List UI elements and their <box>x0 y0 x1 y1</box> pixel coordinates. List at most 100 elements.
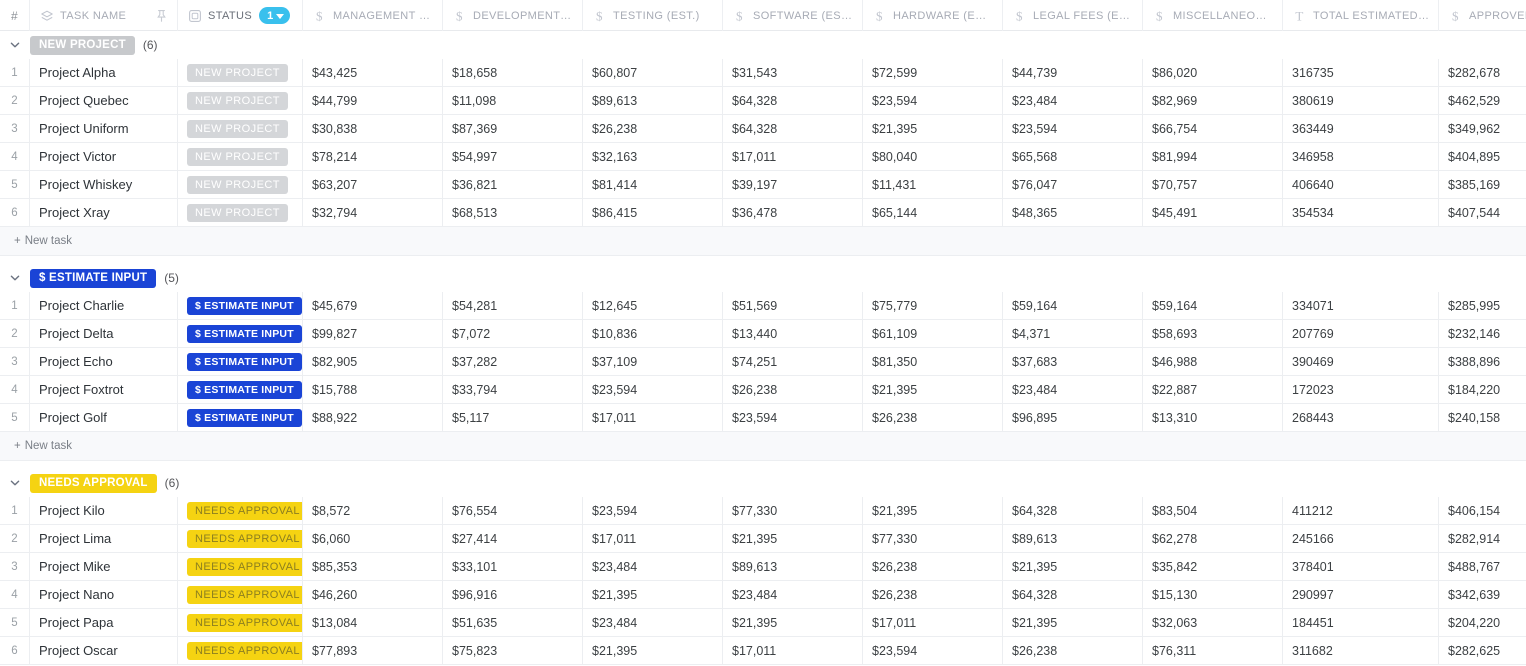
development-cell[interactable]: $33,101 <box>443 553 583 580</box>
hardware-cell[interactable]: $75,779 <box>863 292 1003 319</box>
testing-cell[interactable]: $12,645 <box>583 292 723 319</box>
hardware-cell[interactable]: $77,330 <box>863 525 1003 552</box>
management-cell[interactable]: $44,799 <box>303 87 443 114</box>
hardware-cell[interactable]: $23,594 <box>863 637 1003 664</box>
status-badge[interactable]: $ ESTIMATE INPUT <box>187 297 302 315</box>
misc-cell[interactable]: $22,887 <box>1143 376 1283 403</box>
misc-cell[interactable]: $45,491 <box>1143 199 1283 226</box>
hardware-cell[interactable]: $26,238 <box>863 404 1003 431</box>
legal-cell[interactable]: $48,365 <box>1003 199 1143 226</box>
management-cell[interactable]: $78,214 <box>303 143 443 170</box>
total-estimated-budget-cell[interactable]: 378401 <box>1283 553 1439 580</box>
testing-cell[interactable]: $26,238 <box>583 115 723 142</box>
development-cell[interactable]: $68,513 <box>443 199 583 226</box>
management-cell[interactable]: $43,425 <box>303 59 443 86</box>
column-header-hardware[interactable]: $HARDWARE (EST.) <box>863 0 1003 31</box>
misc-cell[interactable]: $62,278 <box>1143 525 1283 552</box>
task-name-cell[interactable]: Project Mike <box>30 553 178 580</box>
development-cell[interactable]: $75,823 <box>443 637 583 664</box>
status-cell[interactable]: NEW PROJECT <box>178 115 303 142</box>
development-cell[interactable]: $51,635 <box>443 609 583 636</box>
column-header-index[interactable]: # <box>0 0 30 31</box>
development-cell[interactable]: $37,282 <box>443 348 583 375</box>
status-badge[interactable]: $ ESTIMATE INPUT <box>187 353 302 371</box>
table-row[interactable]: 6Project XrayNEW PROJECT$32,794$68,513$8… <box>0 199 1526 227</box>
hardware-cell[interactable]: $23,594 <box>863 87 1003 114</box>
status-badge[interactable]: NEEDS APPROVAL <box>187 558 303 576</box>
development-cell[interactable]: $11,098 <box>443 87 583 114</box>
legal-cell[interactable]: $76,047 <box>1003 171 1143 198</box>
software-cell[interactable]: $23,594 <box>723 404 863 431</box>
management-cell[interactable]: $99,827 <box>303 320 443 347</box>
chevron-down-icon[interactable] <box>0 476 30 490</box>
group-status-badge[interactable]: NEEDS APPROVAL <box>30 474 157 493</box>
legal-cell[interactable]: $26,238 <box>1003 637 1143 664</box>
development-cell[interactable]: $27,414 <box>443 525 583 552</box>
status-badge[interactable]: NEW PROJECT <box>187 148 288 166</box>
approved-budget-cell[interactable]: $407,544 <box>1439 199 1526 226</box>
table-row[interactable]: 4Project NanoNEEDS APPROVAL$46,260$96,91… <box>0 581 1526 609</box>
hardware-cell[interactable]: $80,040 <box>863 143 1003 170</box>
management-cell[interactable]: $82,905 <box>303 348 443 375</box>
hardware-cell[interactable]: $21,395 <box>863 115 1003 142</box>
approved-budget-cell[interactable]: $184,220 <box>1439 376 1526 403</box>
status-cell[interactable]: NEW PROJECT <box>178 171 303 198</box>
testing-cell[interactable]: $32,163 <box>583 143 723 170</box>
status-badge[interactable]: NEW PROJECT <box>187 92 288 110</box>
table-row[interactable]: 1Project Charlie$ ESTIMATE INPUT$45,679$… <box>0 292 1526 320</box>
status-badge[interactable]: $ ESTIMATE INPUT <box>187 381 302 399</box>
approved-budget-cell[interactable]: $282,678 <box>1439 59 1526 86</box>
status-cell[interactable]: NEEDS APPROVAL <box>178 497 303 524</box>
testing-cell[interactable]: $37,109 <box>583 348 723 375</box>
approved-budget-cell[interactable]: $404,895 <box>1439 143 1526 170</box>
status-badge[interactable]: NEEDS APPROVAL <box>187 614 303 632</box>
approved-budget-cell[interactable]: $488,767 <box>1439 553 1526 580</box>
total-estimated-budget-cell[interactable]: 380619 <box>1283 87 1439 114</box>
total-estimated-budget-cell[interactable]: 363449 <box>1283 115 1439 142</box>
misc-cell[interactable]: $35,842 <box>1143 553 1283 580</box>
management-cell[interactable]: $30,838 <box>303 115 443 142</box>
misc-cell[interactable]: $13,310 <box>1143 404 1283 431</box>
total-estimated-budget-cell[interactable]: 245166 <box>1283 525 1439 552</box>
legal-cell[interactable]: $64,328 <box>1003 581 1143 608</box>
legal-cell[interactable]: $23,484 <box>1003 376 1143 403</box>
development-cell[interactable]: $87,369 <box>443 115 583 142</box>
total-estimated-budget-cell[interactable]: 406640 <box>1283 171 1439 198</box>
development-cell[interactable]: $96,916 <box>443 581 583 608</box>
task-name-cell[interactable]: Project Foxtrot <box>30 376 178 403</box>
total-estimated-budget-cell[interactable]: 354534 <box>1283 199 1439 226</box>
management-cell[interactable]: $15,788 <box>303 376 443 403</box>
misc-cell[interactable]: $15,130 <box>1143 581 1283 608</box>
total-estimated-budget-cell[interactable]: 334071 <box>1283 292 1439 319</box>
total-estimated-budget-cell[interactable]: 311682 <box>1283 637 1439 664</box>
column-header-approved[interactable]: $APPROVED BUDGET <box>1439 0 1526 31</box>
management-cell[interactable]: $8,572 <box>303 497 443 524</box>
hardware-cell[interactable]: $11,431 <box>863 171 1003 198</box>
legal-cell[interactable]: $44,739 <box>1003 59 1143 86</box>
legal-cell[interactable]: $64,328 <box>1003 497 1143 524</box>
task-name-cell[interactable]: Project Quebec <box>30 87 178 114</box>
hardware-cell[interactable]: $17,011 <box>863 609 1003 636</box>
table-row[interactable]: 2Project QuebecNEW PROJECT$44,799$11,098… <box>0 87 1526 115</box>
hardware-cell[interactable]: $26,238 <box>863 553 1003 580</box>
table-row[interactable]: 3Project UniformNEW PROJECT$30,838$87,36… <box>0 115 1526 143</box>
new-task-button[interactable]: +New task <box>0 227 1526 256</box>
status-badge[interactable]: NEEDS APPROVAL <box>187 502 303 520</box>
management-cell[interactable]: $45,679 <box>303 292 443 319</box>
table-row[interactable]: 2Project LimaNEEDS APPROVAL$6,060$27,414… <box>0 525 1526 553</box>
column-header-misc[interactable]: $MISCELLANEOUS (EST.) <box>1143 0 1283 31</box>
software-cell[interactable]: $31,543 <box>723 59 863 86</box>
approved-budget-cell[interactable]: $385,169 <box>1439 171 1526 198</box>
total-estimated-budget-cell[interactable]: 207769 <box>1283 320 1439 347</box>
table-row[interactable]: 4Project Foxtrot$ ESTIMATE INPUT$15,788$… <box>0 376 1526 404</box>
status-cell[interactable]: NEEDS APPROVAL <box>178 581 303 608</box>
testing-cell[interactable]: $17,011 <box>583 404 723 431</box>
table-row[interactable]: 3Project Echo$ ESTIMATE INPUT$82,905$37,… <box>0 348 1526 376</box>
legal-cell[interactable]: $21,395 <box>1003 609 1143 636</box>
approved-budget-cell[interactable]: $285,995 <box>1439 292 1526 319</box>
legal-cell[interactable]: $21,395 <box>1003 553 1143 580</box>
status-badge[interactable]: NEW PROJECT <box>187 120 288 138</box>
status-cell[interactable]: $ ESTIMATE INPUT <box>178 404 303 431</box>
software-cell[interactable]: $36,478 <box>723 199 863 226</box>
chevron-down-icon[interactable] <box>0 38 30 52</box>
